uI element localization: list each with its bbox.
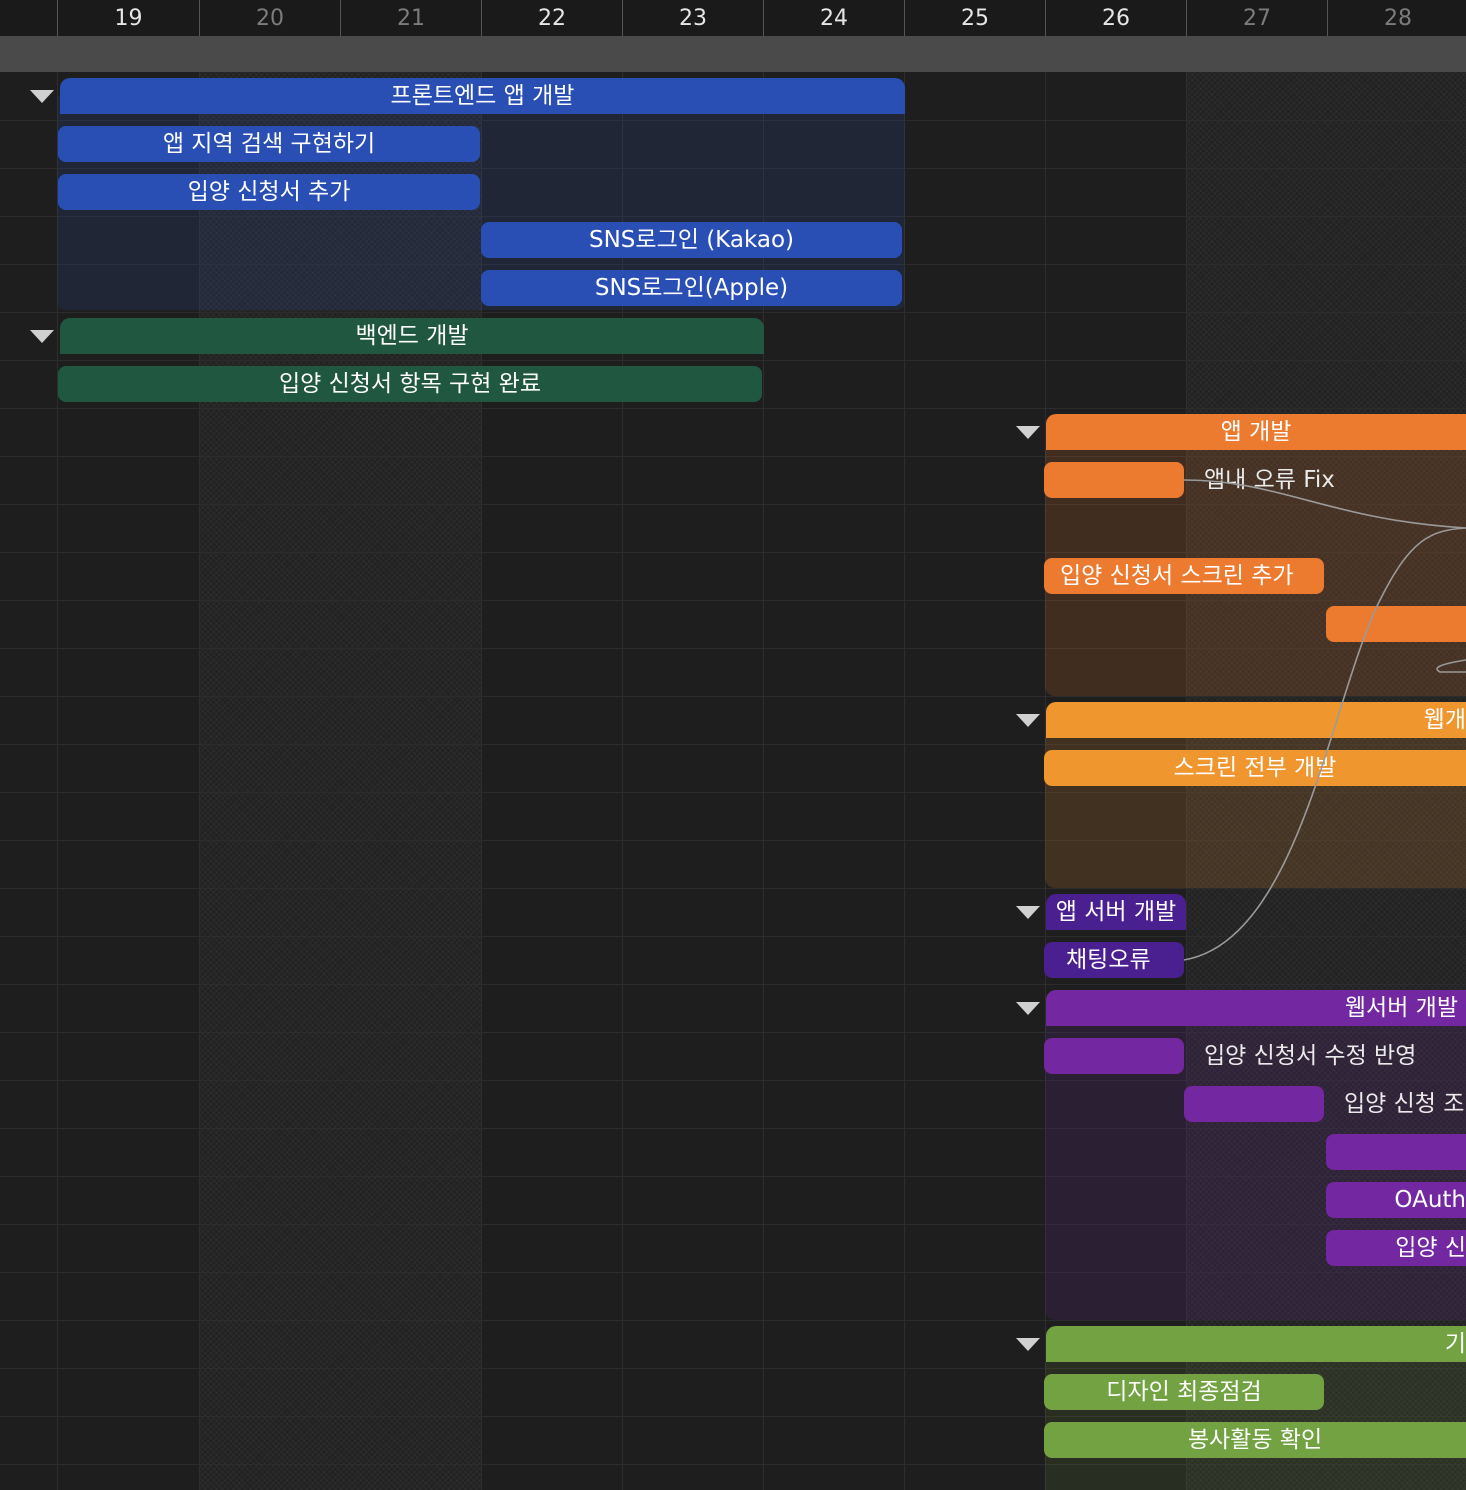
day-22: 22: [481, 0, 622, 36]
task-bar[interactable]: [1326, 1134, 1466, 1170]
row-divider: [0, 696, 1466, 697]
task-bar[interactable]: [1044, 1038, 1184, 1074]
task-bar[interactable]: 앱 지역 검색 구현하기: [58, 126, 480, 162]
day-27: 27: [1186, 0, 1327, 36]
day-26: 26: [1045, 0, 1186, 36]
row-divider: [0, 408, 1466, 409]
task-bar[interactable]: 입양 신청서 항목 구현 완료: [58, 366, 762, 402]
day-25: 25: [904, 0, 1045, 36]
group-bar-frontend-app[interactable]: 프론트엔드 앱 개발: [60, 78, 905, 114]
collapse-toggle-icon[interactable]: [1016, 426, 1040, 439]
collapse-toggle-icon[interactable]: [1016, 906, 1040, 919]
task-bar[interactable]: [1044, 462, 1184, 498]
task-bar[interactable]: SNS로그인(Apple): [481, 270, 902, 306]
day-19: 19: [57, 0, 199, 36]
day-23: 23: [622, 0, 763, 36]
task-bar[interactable]: 입양 신: [1326, 1230, 1466, 1266]
collapse-toggle-icon[interactable]: [30, 90, 54, 103]
row-divider: [0, 984, 1466, 985]
task-bar[interactable]: 디자인 최종점검: [1044, 1374, 1324, 1410]
timeline-subheader: [0, 36, 1466, 72]
row-divider: [0, 936, 1466, 937]
task-bar[interactable]: 스크린 전부 개발: [1044, 750, 1466, 786]
group-bar-web-dev[interactable]: 웹개: [1046, 702, 1466, 738]
group-bar-app-dev[interactable]: 앱 개발: [1046, 414, 1466, 450]
collapse-toggle-icon[interactable]: [1016, 1002, 1040, 1015]
task-bar[interactable]: SNS로그인 (Kakao): [481, 222, 902, 258]
task-bar[interactable]: [1326, 606, 1466, 642]
row-divider: [0, 360, 1466, 361]
group-bar-app-server[interactable]: 앱 서버 개발: [1046, 894, 1186, 930]
task-bar[interactable]: [1184, 1086, 1324, 1122]
day-21: 21: [340, 0, 481, 36]
task-bar[interactable]: 봉사활동 확인: [1044, 1422, 1466, 1458]
day-column: [904, 72, 1046, 1490]
collapse-toggle-icon[interactable]: [30, 330, 54, 343]
date-header: 19 20 21 22 23 24 25 26 27 28: [0, 0, 1466, 37]
group-bar-web-server[interactable]: 웹서버 개발: [1046, 990, 1466, 1026]
day-28: 28: [1327, 0, 1466, 36]
group-bar-backend[interactable]: 백엔드 개발: [60, 318, 764, 354]
task-label: 입양 신청서 수정 반영: [1204, 1043, 1417, 1069]
row-divider: [0, 1320, 1466, 1321]
task-bar[interactable]: 입양 신청서 스크린 추가: [1044, 558, 1324, 594]
group-bar-green[interactable]: 기: [1046, 1326, 1466, 1362]
task-bar[interactable]: 입양 신청서 추가: [58, 174, 480, 210]
day-24: 24: [763, 0, 904, 36]
collapse-toggle-icon[interactable]: [1016, 714, 1040, 727]
row-divider: [0, 312, 1466, 313]
task-bar[interactable]: 채팅오류: [1044, 942, 1184, 978]
row-divider: [0, 888, 1466, 889]
gantt-timeline[interactable]: 19 20 21 22 23 24 25 26 27 28 프론트엔드 앱 개발…: [0, 0, 1466, 1490]
day-20: 20: [199, 0, 340, 36]
task-label: 입양 신청 조: [1344, 1091, 1465, 1117]
task-label: 앱내 오류 Fix: [1204, 467, 1335, 493]
task-bar[interactable]: OAuth: [1326, 1182, 1466, 1218]
collapse-toggle-icon[interactable]: [1016, 1338, 1040, 1351]
